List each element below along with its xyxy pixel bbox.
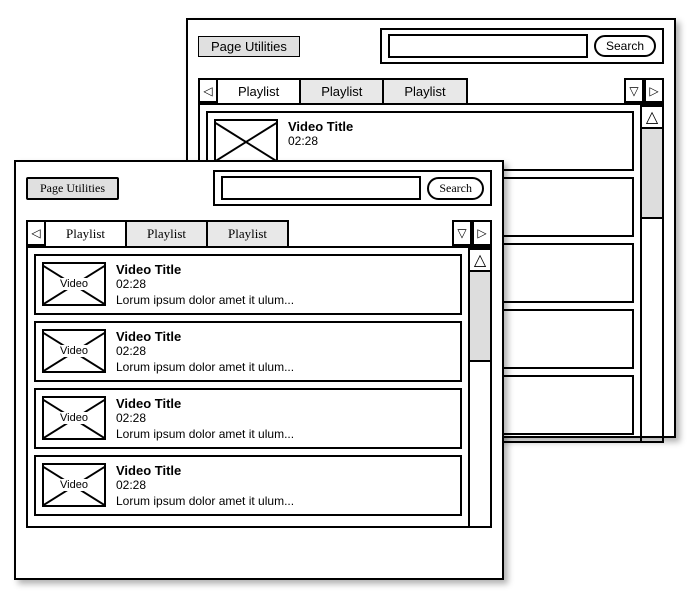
tab-playlist-1[interactable]: Playlist [216,78,301,103]
video-thumbnail-icon: Video [42,329,106,373]
tab-playlist-2[interactable]: Playlist [299,78,384,103]
page-utilities-label[interactable]: Page Utilities [26,177,119,200]
row-text: Video Title 02:28 Lorum ipsum dolor amet… [116,262,294,307]
tabs-right-icon[interactable]: ▷ [472,220,492,246]
list-item[interactable]: Video Video Title 02:28 Lorum ipsum dolo… [34,455,462,516]
scroll-thumb[interactable] [642,129,662,219]
page-utilities-label[interactable]: Page Utilities [198,36,300,57]
list-item[interactable]: Video Video Title 02:28 Lorum ipsum dolo… [34,388,462,449]
header: Page Utilities Search [188,20,674,72]
scroll-up-icon[interactable]: △ [642,107,662,129]
video-duration: 02:28 [116,411,294,425]
search-button[interactable]: Search [594,35,656,57]
tab-bar: ◁ Playlist Playlist Playlist ▽ ▷ [188,78,674,103]
tabs-dropdown-icon[interactable]: ▽ [624,78,644,103]
video-thumbnail-icon [214,119,278,163]
list-item[interactable]: Video Video Title 02:28 Lorum ipsum dolo… [34,321,462,382]
content-area: Video Video Title 02:28 Lorum ipsum dolo… [26,246,492,528]
row-text: Video Title 02:28 [288,119,353,163]
video-duration: 02:28 [116,277,294,291]
video-duration: 02:28 [116,344,294,358]
video-duration: 02:28 [116,478,294,492]
tab-playlist-1[interactable]: Playlist [44,220,127,246]
video-description: Lorum ipsum dolor amet it ulum... [116,427,294,441]
header: Page Utilities Search [16,162,502,214]
wireframe-front: Page Utilities Search ◁ Playlist Playlis… [14,160,504,580]
row-text: Video Title 02:28 Lorum ipsum dolor amet… [116,396,294,441]
video-description: Lorum ipsum dolor amet it ulum... [116,494,294,508]
tabs-left-icon[interactable]: ◁ [198,78,218,103]
video-title: Video Title [116,262,294,277]
scrollbar[interactable]: △ [470,248,492,528]
tab-playlist-3[interactable]: Playlist [206,220,289,246]
video-list: Video Video Title 02:28 Lorum ipsum dolo… [26,248,470,528]
video-title: Video Title [116,463,294,478]
video-title: Video Title [116,396,294,411]
row-text: Video Title 02:28 Lorum ipsum dolor amet… [116,463,294,508]
video-title: Video Title [116,329,294,344]
video-title: Video Title [288,119,353,134]
video-description: Lorum ipsum dolor amet it ulum... [116,293,294,307]
search-input[interactable] [388,34,588,58]
video-description: Lorum ipsum dolor amet it ulum... [116,360,294,374]
list-item[interactable]: Video Video Title 02:28 Lorum ipsum dolo… [34,254,462,315]
tab-bar: ◁ Playlist Playlist Playlist ▽ ▷ [16,220,502,246]
search-group: Search [380,28,664,64]
search-group: Search [213,170,492,206]
scroll-thumb[interactable] [470,272,490,362]
video-thumbnail-icon: Video [42,396,106,440]
tabs-right-icon[interactable]: ▷ [644,78,664,103]
video-duration: 02:28 [288,134,353,148]
video-thumbnail-icon: Video [42,463,106,507]
tabs-left-icon[interactable]: ◁ [26,220,46,246]
tabs-dropdown-icon[interactable]: ▽ [452,220,472,246]
scrollbar[interactable]: △ [642,105,664,443]
search-button[interactable]: Search [427,177,484,200]
tab-playlist-2[interactable]: Playlist [125,220,208,246]
search-input[interactable] [221,176,421,200]
scroll-up-icon[interactable]: △ [470,250,490,272]
video-thumbnail-icon: Video [42,262,106,306]
row-text: Video Title 02:28 Lorum ipsum dolor amet… [116,329,294,374]
tab-playlist-3[interactable]: Playlist [382,78,467,103]
